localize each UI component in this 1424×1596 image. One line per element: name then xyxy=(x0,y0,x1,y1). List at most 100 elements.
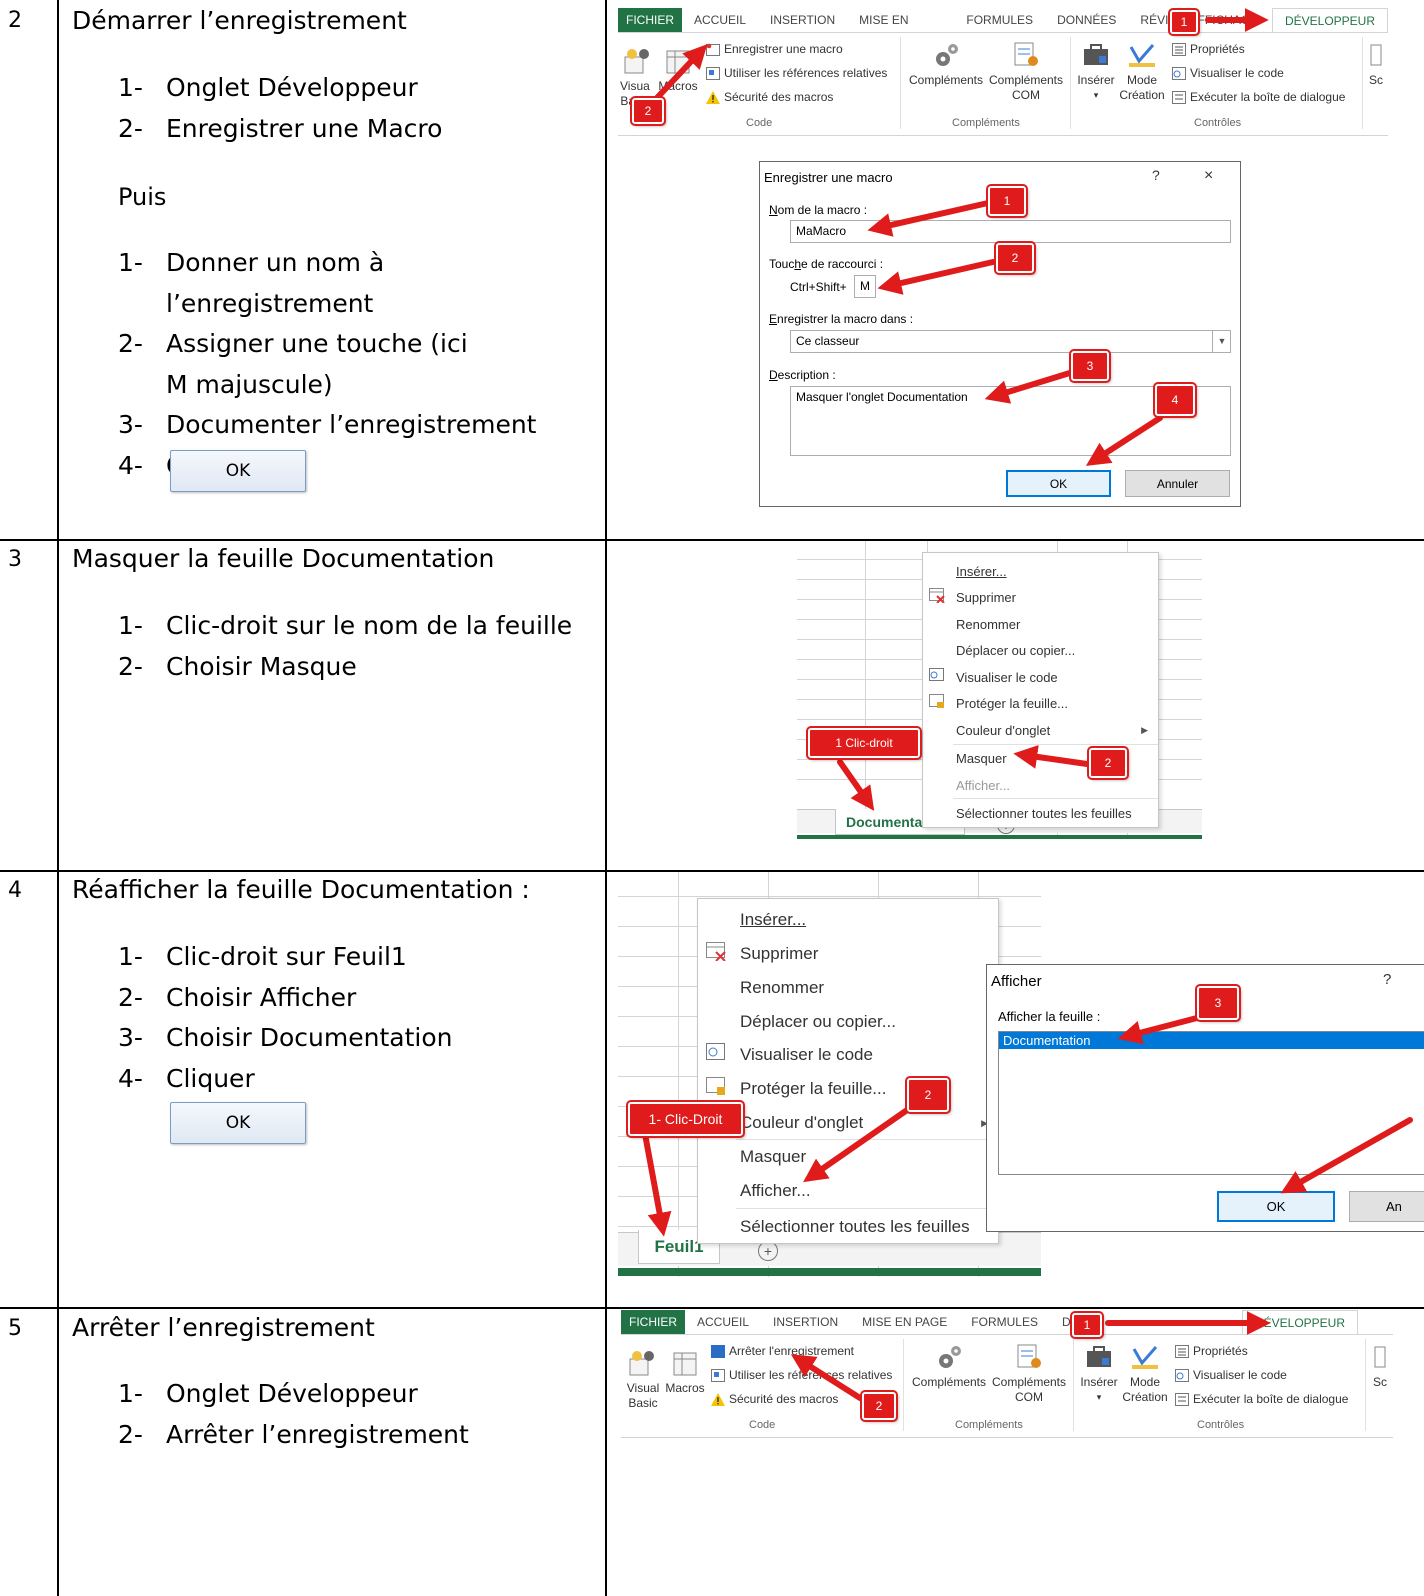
add-sheet-icon[interactable]: + xyxy=(758,1241,778,1261)
tab-formules[interactable]: FORMULES xyxy=(959,1310,1050,1334)
callout-2: 2 xyxy=(905,1076,951,1114)
group-separator xyxy=(1073,1339,1074,1431)
tab-accueil[interactable]: ACCUEIL xyxy=(682,8,758,32)
complements-com-button[interactable]: Compléments COM xyxy=(986,41,1066,103)
step-title: Démarrer l’enregistrement xyxy=(72,6,407,35)
menu-item-masquer[interactable]: Masquer xyxy=(698,1144,998,1170)
source-button-partial[interactable]: Sc xyxy=(1369,1343,1391,1390)
tab-developpeur[interactable]: DÉVELOPPEUR xyxy=(1241,1310,1358,1334)
executer-dialogue-button[interactable]: Exécuter la boîte de dialogue xyxy=(1172,90,1345,104)
shortcut-input[interactable]: M xyxy=(854,275,876,298)
tab-fichier[interactable]: FICHIER xyxy=(618,8,682,32)
menu-item-renommer[interactable]: Renommer xyxy=(698,975,998,1001)
ribbon-tabs: FICHIER ACCUEIL INSERTION MISE EN PAGE F… xyxy=(618,8,1388,51)
tab-affichage[interactable]: AFFICHAGE xyxy=(1160,1310,1242,1334)
proprietes-button[interactable]: Propriétés xyxy=(1172,42,1245,56)
macro-name-label: Nom de la macro : xyxy=(769,203,868,217)
tab-developpeur[interactable]: DÉVELOPPEUR xyxy=(1271,8,1388,32)
gear-icon xyxy=(931,41,961,69)
executer-dialogue-button[interactable]: Exécuter la boîte de dialogue xyxy=(1175,1392,1348,1406)
macros-button[interactable]: Macros xyxy=(658,47,698,94)
menu-item-deplacer[interactable]: Déplacer ou copier... xyxy=(698,1009,998,1035)
table-border xyxy=(0,1307,1424,1309)
menu-item-inserer[interactable]: Insérer... xyxy=(698,907,998,933)
step-title: Réafficher la feuille Documentation : xyxy=(72,875,530,904)
protect-sheet-icon xyxy=(929,694,945,712)
ribbon-body: Visual Basic Macros Enregistrer une macr… xyxy=(618,32,1388,136)
visualiser-code-button[interactable]: Visualiser le code xyxy=(1172,66,1284,80)
record-macro-button[interactable]: Enregistrer une macro xyxy=(706,42,843,56)
list-item: 1- Onglet Développeur xyxy=(118,73,418,102)
dialog-title: Enregistrer une macro xyxy=(764,170,893,185)
ribbon-tabs: FICHIER ACCUEIL INSERTION MISE EN PAGE F… xyxy=(621,1310,1358,1334)
visual-basic-button[interactable]: Visual Basic xyxy=(623,1349,663,1411)
menu-item-deplacer[interactable]: Déplacer ou copier... xyxy=(923,640,1158,660)
cancel-button-partial[interactable]: An xyxy=(1349,1191,1424,1222)
group-label-complements: Compléments xyxy=(955,1419,1023,1431)
menu-item-inserer[interactable]: Insérer... xyxy=(923,561,1158,581)
run-dialog-icon xyxy=(1172,90,1186,104)
inserer-button[interactable]: Insérer ▾ xyxy=(1077,1343,1121,1405)
chevron-down-icon[interactable]: ▼ xyxy=(1212,330,1231,353)
tab-mise-en-page[interactable]: MISE EN PAGE xyxy=(847,8,954,51)
menu-item-couleur-onglet[interactable]: Couleur d'onglet ▶ xyxy=(923,720,1158,740)
stop-recording-button[interactable]: Arrêter l'enregistrement xyxy=(711,1344,854,1358)
list-item[interactable]: Documentation xyxy=(999,1032,1424,1049)
close-button[interactable]: × xyxy=(1204,167,1213,185)
menu-item-couleur-onglet[interactable]: Couleur d'onglet ▶ xyxy=(698,1110,998,1136)
design-mode-icon xyxy=(1127,41,1157,69)
dialog-title: Afficher xyxy=(991,973,1042,990)
mode-creation-button[interactable]: Mode Création xyxy=(1118,41,1166,103)
menu-item-supprimer[interactable]: Supprimer xyxy=(923,587,1158,607)
visual-basic-icon xyxy=(623,47,653,75)
visualiser-code-button[interactable]: Visualiser le code xyxy=(1175,1368,1287,1382)
ok-button[interactable]: OK xyxy=(1006,470,1111,497)
cancel-button[interactable]: Annuler xyxy=(1125,470,1230,497)
mode-creation-button[interactable]: Mode Création xyxy=(1121,1343,1169,1405)
sheet-listbox[interactable]: Documentation xyxy=(998,1031,1424,1175)
ok-button[interactable]: OK xyxy=(1217,1191,1335,1222)
menu-item-afficher[interactable]: Afficher... xyxy=(698,1178,998,1204)
menu-item-visualiser-code[interactable]: Visualiser le code xyxy=(923,667,1158,687)
tab-formules[interactable]: FORMULES xyxy=(954,8,1045,32)
macros-button[interactable]: Macros xyxy=(663,1349,707,1396)
help-button[interactable]: ? xyxy=(1152,167,1160,183)
menu-item-renommer[interactable]: Renommer xyxy=(923,614,1158,634)
toolbox-icon xyxy=(1084,1343,1114,1371)
menu-item-selectionner-tout[interactable]: Sélectionner toutes les feuilles xyxy=(698,1214,998,1240)
macro-name-input[interactable]: MaMacro xyxy=(790,220,1231,243)
complements-button[interactable]: Compléments xyxy=(909,1343,989,1390)
relative-references-button[interactable]: Utiliser les références relatives xyxy=(711,1368,892,1382)
menu-item-supprimer[interactable]: Supprimer xyxy=(698,941,998,967)
tab-fichier[interactable]: FICHIER xyxy=(621,1310,685,1334)
protect-sheet-icon xyxy=(706,1077,726,1101)
sheet-context-menu: Insérer... Supprimer Renommer Déplacer o… xyxy=(697,898,999,1244)
macro-security-button[interactable]: Sécurité des macros xyxy=(706,90,833,104)
tab-donnees[interactable]: DONNÉES xyxy=(1045,8,1128,32)
relative-references-button[interactable]: Utiliser les références relatives xyxy=(706,66,887,80)
complements-button[interactable]: Compléments xyxy=(906,41,986,88)
table-border xyxy=(0,539,1424,541)
help-button[interactable]: ? xyxy=(1383,971,1391,988)
group-label-code: Code xyxy=(746,117,773,129)
complements-com-button[interactable]: Compléments COM xyxy=(989,1343,1069,1405)
inserer-button[interactable]: Insérer ▾ xyxy=(1074,41,1118,103)
menu-item-proteger[interactable]: Protéger la feuille... xyxy=(923,693,1158,713)
menu-item-selectionner-tout[interactable]: Sélectionner toutes les feuilles xyxy=(923,803,1158,823)
macro-security-button[interactable]: Sécurité des macros xyxy=(711,1392,838,1406)
source-button-partial[interactable]: Sc xyxy=(1366,41,1386,88)
tab-accueil[interactable]: ACCUEIL xyxy=(685,1310,761,1334)
submenu-arrow-icon: ▶ xyxy=(1141,724,1148,735)
tab-insertion[interactable]: INSERTION xyxy=(761,1310,850,1334)
tab-mise-en-page[interactable]: MISE EN PAGE xyxy=(850,1310,959,1334)
menu-item-visualiser-code[interactable]: Visualiser le code xyxy=(698,1042,998,1068)
proprietes-button[interactable]: Propriétés xyxy=(1175,1344,1248,1358)
callout-3: 3 xyxy=(1069,349,1111,383)
tab-insertion[interactable]: INSERTION xyxy=(758,8,847,32)
view-code-icon xyxy=(706,1043,726,1067)
view-code-icon xyxy=(1175,1368,1189,1382)
store-in-select[interactable]: Ce classeur xyxy=(790,330,1231,353)
menu-separator xyxy=(953,798,1158,799)
step-title: Masquer la feuille Documentation xyxy=(72,544,495,573)
menu-item-proteger[interactable]: Protéger la feuille... xyxy=(698,1076,998,1102)
